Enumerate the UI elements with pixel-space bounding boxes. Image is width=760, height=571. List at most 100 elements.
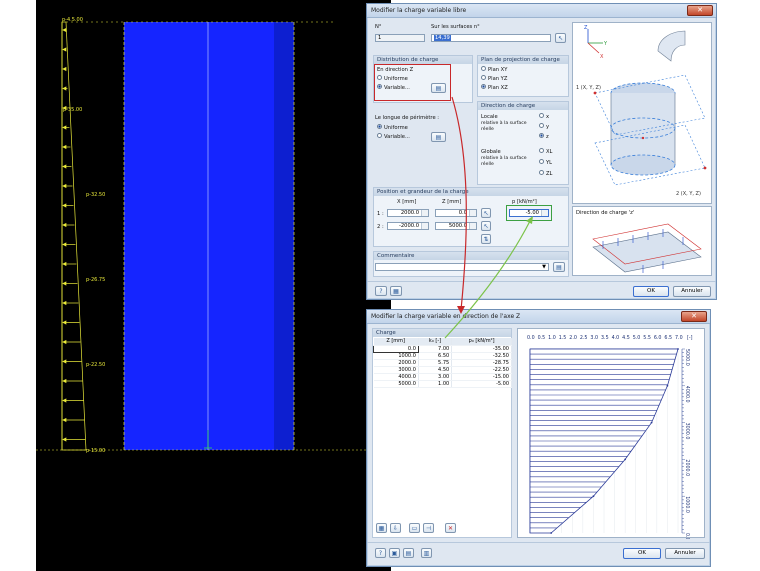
dir-yl-radio[interactable]: YL: [539, 159, 552, 166]
data-point: [592, 495, 595, 498]
edit-perimeter-button[interactable]: ▤: [431, 132, 446, 142]
swap-points-button[interactable]: ⇅: [481, 234, 491, 244]
delete-row-button[interactable]: ✕: [445, 523, 456, 533]
dialog-title: Modifier la charge variable libre: [371, 7, 467, 14]
cancel-button[interactable]: Annuler: [665, 548, 705, 559]
close-button[interactable]: ✕: [681, 311, 707, 322]
z1-input[interactable]: 0.0: [435, 209, 477, 217]
load-label: p-32.50: [86, 192, 105, 198]
top-tick-label: 0.0: [527, 335, 535, 341]
z2-input[interactable]: 5000.0: [435, 222, 477, 230]
pick-point-1-button[interactable]: ↖: [481, 208, 491, 218]
dialog-titlebar[interactable]: Modifier la charge variable en direction…: [367, 310, 710, 324]
close-button[interactable]: ✕: [687, 5, 713, 16]
table-tool-button[interactable]: ▭: [409, 523, 420, 533]
top-tick-label: 6.5: [664, 335, 672, 341]
table-row: 5000.0 1.00 -5.00: [373, 380, 512, 388]
direction-caption: Direction de charge 'z': [576, 210, 635, 216]
select-surfaces-button[interactable]: ↖: [555, 33, 566, 43]
plan-yz-radio[interactable]: Plan YZ: [481, 75, 507, 82]
table-tool-button[interactable]: ⊣: [423, 523, 434, 533]
number-field[interactable]: 1: [375, 34, 425, 42]
load-arrow-head: [62, 417, 67, 423]
x2-input[interactable]: -2000.0: [387, 222, 429, 230]
dialog-title: Modifier la charge variable en direction…: [371, 313, 521, 320]
table-row: 1000.0 6.50 -32.50: [373, 352, 512, 360]
table-tool-button[interactable]: ▦: [376, 523, 387, 533]
pick-point-2-button[interactable]: ↖: [481, 221, 491, 231]
axis-x-label: X: [600, 54, 604, 60]
open-button[interactable]: ▣: [389, 548, 400, 558]
data-point: [550, 532, 553, 534]
number-label: N°: [375, 24, 382, 30]
viewport-drawing: p-4.5.00 p-35.00 p-32.50 p-26.75 p-22.50…: [36, 17, 391, 454]
load-arrow-head: [62, 47, 67, 52]
direction-header: Direction de charge: [478, 102, 568, 110]
data-point: [624, 458, 627, 461]
top-tick-label: 3.5: [601, 335, 609, 341]
plan-xy-radio[interactable]: Plan XY: [481, 66, 507, 73]
model-viewport[interactable]: p-4.5.00 p-35.00 p-32.50 p-26.75 p-22.50…: [36, 0, 391, 571]
table-row: 3000.0 4.50 -22.50: [373, 366, 512, 374]
right-tick-label: 4000.0: [684, 386, 690, 403]
help-button[interactable]: ?: [375, 548, 386, 558]
ok-button[interactable]: OK: [623, 548, 661, 559]
col-x-label: X [mm]: [397, 199, 417, 205]
dir-x-radio[interactable]: x: [539, 113, 549, 120]
load-label-bottom: p-15.00: [86, 448, 105, 454]
top-tick-label: 6.0: [654, 335, 662, 341]
uniform-radio[interactable]: Uniforme: [377, 75, 408, 82]
projection-header: Plan de projection de charge: [478, 56, 568, 64]
ok-button[interactable]: OK: [633, 286, 669, 297]
p1-input[interactable]: -5.00: [509, 209, 549, 217]
radio-icon: [377, 84, 382, 89]
row-number: 1 :: [377, 211, 384, 217]
comment-input[interactable]: ▼: [375, 263, 549, 271]
load-arrow-head: [62, 300, 67, 306]
edit-variable-button[interactable]: ▤: [431, 83, 446, 93]
row-number: 2 :: [377, 224, 384, 230]
surfaces-value: 14,39: [434, 35, 451, 41]
plan-xz-radio[interactable]: Plan XZ: [481, 84, 508, 91]
cancel-button[interactable]: Annuler: [673, 286, 711, 297]
variable-radio[interactable]: Variable...: [377, 84, 410, 91]
modify-free-load-dialog[interactable]: Modifier la charge variable libre ✕ N° 1…: [366, 3, 717, 300]
dir-z-radio[interactable]: z: [539, 133, 549, 140]
top-tick-label: 2.0: [569, 335, 577, 341]
load-diagram: 0.0 0.5 1.0 1.5 2.0 2.5 3.0 3.5 4.0 4.5 5.0 5.5 6.0 6…: [517, 328, 705, 541]
load-table[interactable]: Z [mm] k₀ [-] p₀ [kN/m²] 0.0 7.00 -35.00 1…: [373, 338, 512, 388]
top-tick-label: 4.0: [612, 335, 620, 341]
direction-z-label: En direction Z: [377, 67, 414, 73]
units-button[interactable]: ▦: [390, 286, 402, 296]
load-arrow-head: [62, 437, 67, 442]
print-button[interactable]: ▥: [421, 548, 432, 558]
position-header: Position et grandeur de la charge: [374, 188, 568, 196]
save-button[interactable]: ▤: [403, 548, 414, 558]
perim-variable-radio[interactable]: Variable...: [377, 133, 410, 140]
perim-uniform-radio[interactable]: Uniforme: [377, 124, 408, 131]
top-tick-label: 2.5: [580, 335, 588, 341]
table-row: 4000.0 3.00 -15.00: [373, 373, 512, 381]
right-tick-label: 1000.0: [684, 496, 690, 513]
load-arrow-head: [62, 164, 67, 169]
direction-preview-drawing: [592, 223, 702, 273]
dir-zl-radio[interactable]: ZL: [539, 170, 552, 177]
dir-y-radio[interactable]: y: [539, 123, 549, 130]
help-button[interactable]: ?: [375, 286, 387, 296]
comment-library-button[interactable]: ▤: [553, 262, 565, 272]
load-diagram-svg: 0.0 0.5 1.0 1.5 2.0 2.5 3.0 3.5 4.0 4.5 5.0 5.5 6.0 6…: [527, 335, 693, 541]
x1-input[interactable]: 2000.0: [387, 209, 429, 217]
charge-header: Charge: [373, 329, 511, 337]
comment-header: Commentaire: [374, 252, 568, 260]
dialog-titlebar[interactable]: Modifier la charge variable libre ✕: [367, 4, 716, 18]
col-z-label: Z [mm]: [442, 199, 462, 205]
top-tick-label: 7.0: [675, 335, 683, 341]
surfaces-input[interactable]: 14,39: [431, 34, 551, 42]
direction-preview: Direction de charge 'z': [572, 206, 712, 276]
table-tool-button[interactable]: ⇩: [390, 523, 401, 533]
top-tick-label: 5.0: [633, 335, 641, 341]
preview-3d-drawing: Y X Z 1 (X, Y, Z) 2 (X, Y, Z): [576, 25, 707, 197]
axis-z-label: Z: [584, 25, 588, 31]
dir-xl-radio[interactable]: XL: [539, 148, 552, 155]
modify-z-load-dialog[interactable]: Modifier la charge variable en direction…: [366, 309, 711, 567]
